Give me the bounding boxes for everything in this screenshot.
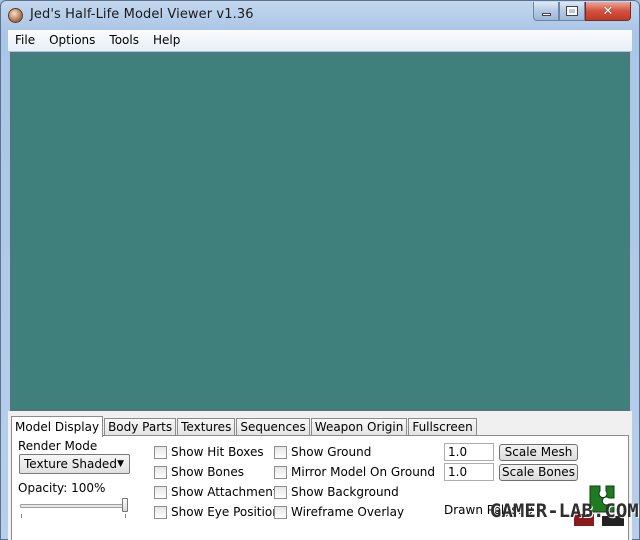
drawn-polys-label: Drawn Polys: 0: [444, 503, 534, 517]
close-icon: ✕: [602, 3, 614, 19]
checkbox-label: Show Background: [291, 485, 399, 499]
checkbox-box[interactable]: [274, 445, 287, 459]
tab-model-display[interactable]: Model Display: [11, 416, 104, 437]
scale-bones-button[interactable]: Scale Bones: [499, 464, 578, 481]
render-mode-select[interactable]: Texture Shaded ▼: [19, 454, 130, 474]
maximize-button[interactable]: [559, 2, 585, 21]
scale-mesh-button[interactable]: Scale Mesh: [499, 444, 578, 461]
render-mode-value: Texture Shaded: [24, 457, 117, 471]
model-viewport[interactable]: [10, 52, 630, 411]
checkbox-box[interactable]: [154, 465, 167, 479]
checkbox-box[interactable]: [274, 485, 287, 499]
tab-strip: Model Display Body Parts Textures Sequen…: [11, 416, 478, 437]
menu-bar: File Options Tools Help: [8, 30, 632, 51]
menu-help[interactable]: Help: [146, 30, 187, 51]
checkbox-label: Show Hit Boxes: [171, 445, 264, 459]
opacity-slider-track[interactable]: [20, 504, 126, 508]
mirror-model-checkbox[interactable]: Mirror Model On Ground: [274, 465, 435, 479]
tab-fullscreen[interactable]: Fullscreen: [408, 418, 477, 436]
menu-options[interactable]: Options: [42, 30, 102, 51]
close-button[interactable]: ✕: [585, 2, 631, 21]
checkbox-label: Show Ground: [291, 445, 372, 459]
render-mode-label: Render Mode: [18, 439, 98, 453]
menu-file[interactable]: File: [8, 30, 42, 51]
show-bones-checkbox[interactable]: Show Bones: [154, 465, 244, 479]
chevron-down-icon: ▼: [117, 459, 124, 469]
app-icon[interactable]: [8, 8, 23, 23]
opacity-label: Opacity: 100%: [18, 481, 106, 495]
scale-mesh-input[interactable]: 1.0: [444, 443, 494, 461]
slider-tick: [21, 514, 22, 518]
tab-textures[interactable]: Textures: [177, 418, 236, 436]
slider-tick: [125, 514, 126, 518]
checkbox-box[interactable]: [154, 485, 167, 499]
checkbox-label: Wireframe Overlay: [291, 505, 405, 519]
model-display-page: Render Mode Texture Shaded ▼ Opacity: 10…: [11, 435, 629, 540]
minimize-icon: [541, 12, 551, 16]
wireframe-overlay-checkbox[interactable]: Wireframe Overlay: [274, 505, 404, 519]
menu-tools[interactable]: Tools: [102, 30, 146, 51]
checkbox-label: Show Eye Position: [171, 505, 280, 519]
tab-sequences[interactable]: Sequences: [236, 418, 310, 436]
maximize-icon: [566, 6, 578, 16]
show-eye-position-checkbox[interactable]: Show Eye Position: [154, 505, 280, 519]
tab-weapon-origin[interactable]: Weapon Origin: [310, 418, 408, 436]
window-title: Jed's Half-Life Model Viewer v1.36: [30, 7, 254, 22]
tab-body-parts[interactable]: Body Parts: [104, 418, 177, 436]
opacity-slider-thumb[interactable]: [122, 498, 128, 512]
app-window: Jed's Half-Life Model Viewer v1.36 ✕ Fil…: [0, 0, 640, 540]
control-panel: Model Display Body Parts Textures Sequen…: [8, 411, 632, 540]
checkbox-label: Show Bones: [171, 465, 245, 479]
minimize-button[interactable]: [533, 2, 559, 21]
show-hit-boxes-checkbox[interactable]: Show Hit Boxes: [154, 445, 264, 459]
checkbox-box[interactable]: [274, 505, 287, 519]
checkbox-label: Mirror Model On Ground: [291, 465, 436, 479]
show-ground-checkbox[interactable]: Show Ground: [274, 445, 371, 459]
scale-bones-input[interactable]: 1.0: [444, 463, 494, 481]
title-bar[interactable]: Jed's Half-Life Model Viewer v1.36 ✕: [1, 1, 639, 30]
show-attachments-checkbox[interactable]: Show Attachments: [154, 485, 284, 499]
checkbox-box[interactable]: [154, 445, 167, 459]
checkbox-box[interactable]: [274, 465, 287, 479]
checkbox-label: Show Attachments: [171, 485, 284, 499]
show-background-checkbox[interactable]: Show Background: [274, 485, 399, 499]
checkbox-box[interactable]: [154, 505, 167, 519]
